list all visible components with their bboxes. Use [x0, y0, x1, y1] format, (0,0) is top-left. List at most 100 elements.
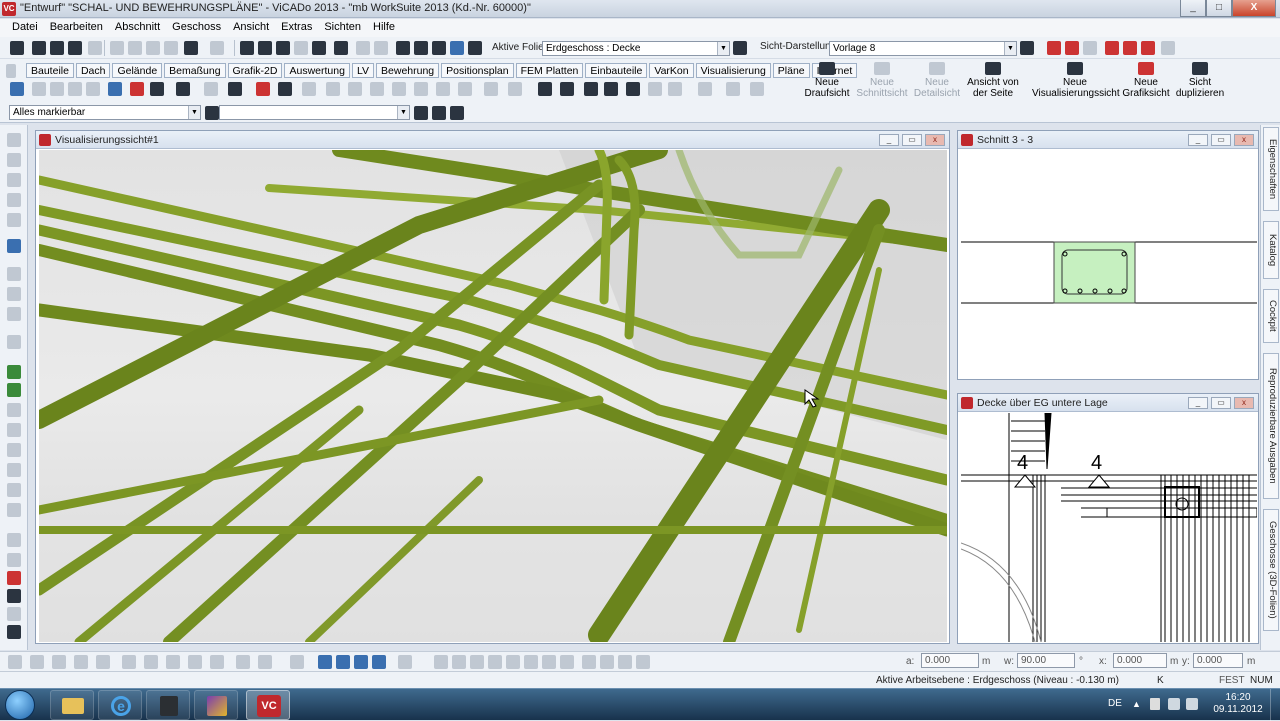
- tab-gelaende[interactable]: Gelände: [112, 63, 163, 78]
- start-button[interactable]: [5, 690, 35, 720]
- layer-manager-icon[interactable]: [733, 41, 747, 55]
- zoom-window-icon[interactable]: [294, 41, 308, 55]
- tool-icon[interactable]: [7, 335, 21, 349]
- snap-icon[interactable]: [210, 655, 224, 669]
- select-box-icon[interactable]: [108, 82, 122, 96]
- tool-icon[interactable]: [7, 287, 21, 301]
- grid-tool-icon[interactable]: [150, 82, 164, 96]
- new-graphic-view-button[interactable]: Neue Grafiksicht: [1122, 62, 1170, 99]
- tool-icon[interactable]: [7, 443, 21, 457]
- tab-visualisierung[interactable]: Visualisierung: [695, 63, 771, 78]
- tool-e-icon[interactable]: [1123, 41, 1137, 55]
- layer-filter-select[interactable]: ▼: [219, 105, 410, 120]
- plan-window-titlebar[interactable]: Decke über EG untere Lage _ ▭ x: [958, 394, 1258, 412]
- tool-icon[interactable]: [370, 82, 384, 96]
- coord-y-input[interactable]: 0.000: [1193, 653, 1243, 668]
- red-tool-icon[interactable]: [7, 571, 21, 585]
- snap-active-icon[interactable]: [318, 655, 332, 669]
- tray-arrow-icon[interactable]: ▲: [1132, 699, 1141, 709]
- snap-icon[interactable]: [188, 655, 202, 669]
- section-drawing[interactable]: [961, 150, 1257, 378]
- tab-bemassung[interactable]: Bemaßung: [164, 63, 226, 78]
- menu-sichten[interactable]: Sichten: [318, 19, 367, 37]
- window-minimize-button[interactable]: _: [1188, 134, 1208, 146]
- measure-icon[interactable]: [584, 82, 598, 96]
- tool-icon[interactable]: [7, 213, 21, 227]
- snap-icon[interactable]: [636, 655, 650, 669]
- tool-icon[interactable]: [7, 267, 21, 281]
- tray-volume-icon[interactable]: [1186, 698, 1198, 710]
- visualisation-window-titlebar[interactable]: Visualisierungssicht#1 _ ▭ x: [36, 131, 949, 149]
- menu-extras[interactable]: Extras: [275, 19, 318, 37]
- rebar-edit-icon[interactable]: [256, 82, 270, 96]
- tray-device-icon[interactable]: [1150, 698, 1160, 710]
- snap-icon[interactable]: [506, 655, 520, 669]
- snap-active-icon[interactable]: [354, 655, 368, 669]
- coord-w-input[interactable]: 90.00: [1017, 653, 1075, 668]
- select-tool-a-icon[interactable]: [414, 106, 428, 120]
- window-close-button[interactable]: x: [1234, 134, 1254, 146]
- tool-icon[interactable]: [7, 153, 21, 167]
- snap-icon[interactable]: [258, 655, 272, 669]
- tool-icon[interactable]: [668, 82, 682, 96]
- tool-b-icon[interactable]: [1065, 41, 1079, 55]
- menu-hilfe[interactable]: Hilfe: [367, 19, 401, 37]
- save-icon[interactable]: [10, 41, 24, 55]
- snap-icon[interactable]: [290, 655, 304, 669]
- select-tool-c-icon[interactable]: [450, 106, 464, 120]
- tool-a-icon[interactable]: [1047, 41, 1061, 55]
- tool-icon[interactable]: [7, 483, 21, 497]
- tool-d-icon[interactable]: [1105, 41, 1119, 55]
- paste-icon[interactable]: [146, 41, 160, 55]
- window-minimize-all-icon[interactable]: [468, 41, 482, 55]
- window-close-button[interactable]: x: [1234, 397, 1254, 409]
- tab-dach[interactable]: Dach: [75, 63, 111, 78]
- new-top-view-button[interactable]: Neue Draufsicht: [804, 62, 850, 99]
- window-minimize-button[interactable]: _: [879, 134, 899, 146]
- tab-positionsplan[interactable]: Positionsplan: [441, 63, 514, 78]
- print-icon[interactable]: [32, 41, 46, 55]
- show-desktop-button[interactable]: [1270, 689, 1280, 721]
- snap-icon[interactable]: [374, 41, 388, 55]
- tool-icon[interactable]: [204, 82, 218, 96]
- tray-clock[interactable]: 16:20 09.11.2012: [1208, 692, 1268, 716]
- side-view-button[interactable]: Ansicht von der Seite: [964, 62, 1022, 99]
- tool-icon[interactable]: [7, 193, 21, 207]
- snap-active-icon[interactable]: [336, 655, 350, 669]
- marking-filter-select[interactable]: Alles markierbar ▼: [9, 105, 201, 120]
- tool-icon[interactable]: [392, 82, 406, 96]
- tool-icon[interactable]: [302, 82, 316, 96]
- page-setup-icon[interactable]: [50, 41, 64, 55]
- menu-abschnitt[interactable]: Abschnitt: [109, 19, 166, 37]
- snap-icon[interactable]: [560, 655, 574, 669]
- snap-icon[interactable]: [30, 655, 44, 669]
- tool-icon[interactable]: [32, 82, 46, 96]
- snap-icon[interactable]: [452, 655, 466, 669]
- dock-tab-geschosse[interactable]: Geschosse (3D-Folien): [1263, 509, 1279, 631]
- menu-datei[interactable]: Datei: [6, 19, 44, 37]
- tab-lv[interactable]: LV: [351, 63, 375, 78]
- tab-bewehrung[interactable]: Bewehrung: [376, 63, 440, 78]
- tab-varkon[interactable]: VarKon: [649, 63, 694, 78]
- tab-fem-platten[interactable]: FEM Platten: [515, 63, 584, 78]
- tool-icon[interactable]: [648, 82, 662, 96]
- snap-icon[interactable]: [8, 655, 22, 669]
- menu-bearbeiten[interactable]: Bearbeiten: [44, 19, 109, 37]
- tool-icon[interactable]: [7, 403, 21, 417]
- tab-auswertung[interactable]: Auswertung: [284, 63, 350, 78]
- dock-tab-cockpit[interactable]: Cockpit: [1263, 289, 1279, 343]
- new-detail-view-button[interactable]: Neue Detailsicht: [912, 62, 962, 99]
- rebar-list-icon[interactable]: [278, 82, 292, 96]
- cascade-icon[interactable]: [432, 41, 446, 55]
- taskbar-explorer[interactable]: [50, 690, 94, 720]
- copy-icon[interactable]: [128, 41, 142, 55]
- plan-window[interactable]: Decke über EG untere Lage _ ▭ x 4 4: [957, 393, 1259, 644]
- tool-icon[interactable]: [750, 82, 764, 96]
- tool-icon[interactable]: [86, 82, 100, 96]
- green-tool-icon[interactable]: [7, 365, 21, 379]
- snap-active-icon[interactable]: [372, 655, 386, 669]
- visualisation-window[interactable]: Visualisierungssicht#1 _ ▭ x: [35, 130, 950, 644]
- tool-icon[interactable]: [348, 82, 362, 96]
- taskbar-app-2[interactable]: [194, 690, 238, 720]
- tool-icon[interactable]: [7, 553, 21, 567]
